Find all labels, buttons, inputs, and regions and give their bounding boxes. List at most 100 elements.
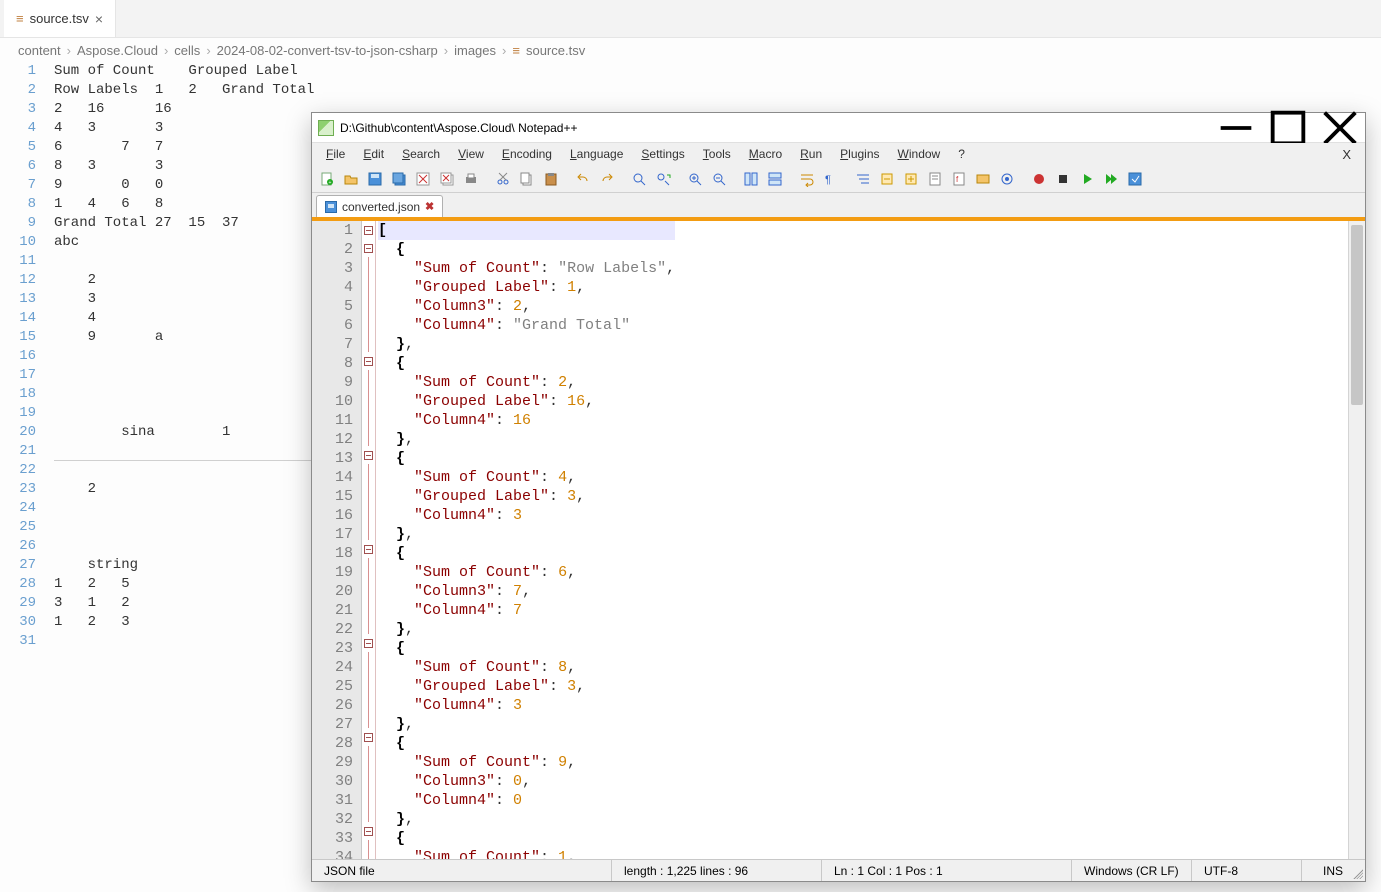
doc-map-icon[interactable] <box>924 168 946 190</box>
code-line[interactable]: "Column3": 0, <box>378 772 675 791</box>
fold-toggle-icon[interactable] <box>362 446 376 464</box>
code-line[interactable]: Grand Total 27 15 37 <box>54 214 314 233</box>
code-line[interactable]: "Sum of Count": 8, <box>378 658 675 677</box>
zoom-in-icon[interactable] <box>684 168 706 190</box>
scrollbar-thumb[interactable] <box>1351 225 1363 405</box>
breadcrumb-segment[interactable]: 2024-08-02-convert-tsv-to-json-csharp <box>217 43 438 58</box>
code-line[interactable]: "Column4": 3 <box>378 696 675 715</box>
close-tab-icon[interactable]: ✖ <box>425 200 434 213</box>
record-macro-icon[interactable] <box>1028 168 1050 190</box>
fold-toggle-icon[interactable] <box>362 352 376 370</box>
npp-titlebar[interactable]: D:\Github\content\Aspose.Cloud\ Notepad+… <box>312 113 1365 143</box>
code-line[interactable]: Row Labels 1 2 Grand Total <box>54 81 314 100</box>
stop-macro-icon[interactable] <box>1052 168 1074 190</box>
menu-tools[interactable]: Tools <box>695 145 739 163</box>
fold-all-icon[interactable] <box>876 168 898 190</box>
menu-[interactable]: ? <box>950 145 973 163</box>
breadcrumb-segment[interactable]: content <box>18 43 61 58</box>
code-line[interactable]: 2 <box>54 480 314 499</box>
zoom-out-icon[interactable] <box>708 168 730 190</box>
menubar-close-doc-button[interactable]: X <box>1342 147 1359 162</box>
code-line[interactable]: 2 16 16 <box>54 100 314 119</box>
code-line[interactable]: "Column4": 7 <box>378 601 675 620</box>
code-line[interactable]: { <box>378 354 675 373</box>
code-line[interactable]: "Sum of Count": 6, <box>378 563 675 582</box>
code-line[interactable]: "Sum of Count": "Row Labels", <box>378 259 675 278</box>
save-all-icon[interactable] <box>388 168 410 190</box>
npp-vertical-scrollbar[interactable] <box>1348 221 1365 859</box>
code-line[interactable] <box>54 404 314 423</box>
menu-language[interactable]: Language <box>562 145 631 163</box>
vscode-breadcrumbs[interactable]: content›Aspose.Cloud›cells›2024-08-02-co… <box>0 38 1381 62</box>
maximize-button[interactable] <box>1265 113 1311 143</box>
breadcrumb-segment[interactable]: images <box>454 43 496 58</box>
cut-icon[interactable] <box>492 168 514 190</box>
menu-encoding[interactable]: Encoding <box>494 145 560 163</box>
code-line[interactable]: 8 3 3 <box>54 157 314 176</box>
breadcrumb-segment[interactable]: cells <box>174 43 200 58</box>
code-line[interactable]: 3 <box>54 290 314 309</box>
fold-toggle-icon[interactable] <box>362 540 376 558</box>
code-line[interactable]: }, <box>378 525 675 544</box>
code-line[interactable]: 3 1 2 <box>54 594 314 613</box>
undo-icon[interactable] <box>572 168 594 190</box>
fold-toggle-icon[interactable] <box>362 634 376 652</box>
code-line[interactable]: "Sum of Count": 9, <box>378 753 675 772</box>
npp-editor[interactable]: 1234567891011121314151617181920212223242… <box>312 221 1365 859</box>
word-wrap-icon[interactable] <box>796 168 818 190</box>
open-file-icon[interactable] <box>340 168 362 190</box>
menu-run[interactable]: Run <box>792 145 830 163</box>
code-line[interactable] <box>54 499 314 518</box>
code-line[interactable]: "Column3": 2, <box>378 297 675 316</box>
code-line[interactable] <box>54 537 314 556</box>
code-line[interactable]: }, <box>378 620 675 639</box>
menu-settings[interactable]: Settings <box>633 145 692 163</box>
resize-grip-icon[interactable] <box>1351 867 1363 879</box>
new-file-icon[interactable]: + <box>316 168 338 190</box>
code-line[interactable]: }, <box>378 335 675 354</box>
code-line[interactable]: { <box>378 734 675 753</box>
play-macro-icon[interactable] <box>1076 168 1098 190</box>
fold-toggle-icon[interactable] <box>362 239 376 257</box>
code-line[interactable]: 1 2 5 <box>54 575 314 594</box>
code-line[interactable] <box>54 366 314 385</box>
paste-icon[interactable] <box>540 168 562 190</box>
code-line[interactable] <box>54 518 314 537</box>
code-line[interactable]: "Column4": 0 <box>378 791 675 810</box>
breadcrumb-segment[interactable]: Aspose.Cloud <box>77 43 158 58</box>
menu-search[interactable]: Search <box>394 145 448 163</box>
code-line[interactable]: 1 2 3 <box>54 613 314 632</box>
play-multi-icon[interactable] <box>1100 168 1122 190</box>
menu-window[interactable]: Window <box>890 145 949 163</box>
code-line[interactable]: "Grouped Label": 3, <box>378 677 675 696</box>
code-line[interactable]: abc <box>54 233 314 252</box>
monitor-icon[interactable] <box>996 168 1018 190</box>
code-line[interactable]: { <box>378 544 675 563</box>
code-line[interactable] <box>54 442 314 461</box>
npp-code-area[interactable]: [ { "Sum of Count": "Row Labels", "Group… <box>376 221 675 859</box>
menu-macro[interactable]: Macro <box>741 145 790 163</box>
redo-icon[interactable] <box>596 168 618 190</box>
fold-toggle-icon[interactable] <box>362 822 376 840</box>
find-icon[interactable] <box>628 168 650 190</box>
code-line[interactable]: }, <box>378 430 675 449</box>
minimize-button[interactable] <box>1213 113 1259 143</box>
code-line[interactable]: 9 a <box>54 328 314 347</box>
code-line[interactable]: Sum of Count Grouped Label <box>54 62 314 81</box>
npp-fold-column[interactable] <box>362 221 376 859</box>
sync-h-icon[interactable] <box>764 168 786 190</box>
save-icon[interactable] <box>364 168 386 190</box>
menu-view[interactable]: View <box>450 145 492 163</box>
code-line[interactable]: 2 <box>54 271 314 290</box>
code-line[interactable]: "Column4": "Grand Total" <box>378 316 675 335</box>
indent-guide-icon[interactable] <box>852 168 874 190</box>
save-macro-icon[interactable] <box>1124 168 1146 190</box>
close-all-icon[interactable] <box>436 168 458 190</box>
code-line[interactable]: { <box>378 449 675 468</box>
code-line[interactable]: "Grouped Label": 3, <box>378 487 675 506</box>
code-line[interactable]: 9 0 0 <box>54 176 314 195</box>
close-icon[interactable]: × <box>95 11 103 27</box>
code-line[interactable]: "Sum of Count": 2, <box>378 373 675 392</box>
vscode-code[interactable]: Sum of Count Grouped LabelRow Labels 1 2… <box>54 62 314 651</box>
code-line[interactable]: }, <box>378 715 675 734</box>
